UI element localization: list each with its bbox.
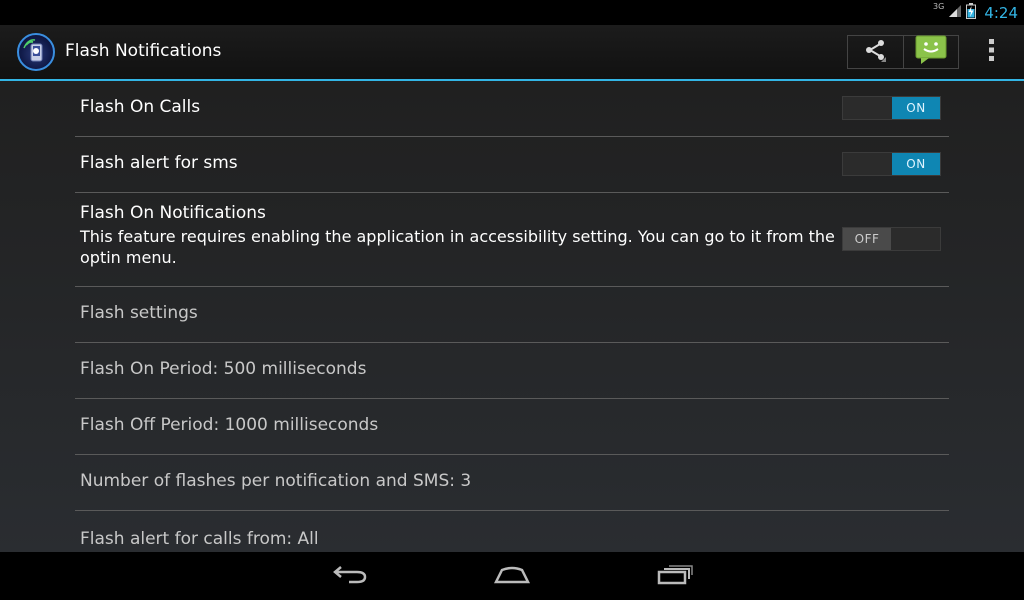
home-icon (493, 563, 531, 589)
setting-title: Flash On Calls (80, 97, 201, 117)
setting-title: Flash alert for calls from: All (80, 529, 319, 549)
setting-title: Flash alert for sms (80, 153, 238, 173)
setting-title: Flash On Period: 500 milliseconds (80, 359, 367, 379)
flash-on-notifications-toggle[interactable]: OFF (842, 227, 941, 251)
message-button[interactable] (902, 35, 959, 69)
setting-flash-on-notifications[interactable]: Flash On Notifications This feature requ… (75, 193, 949, 287)
action-bar: Flash Notifications (0, 25, 1024, 81)
overflow-menu-button[interactable] (978, 37, 1006, 67)
screen: 3G 4:24 Flash Notifications Flash On Cal… (0, 0, 1024, 600)
network-type-label: 3G (933, 2, 945, 11)
flash-on-calls-toggle[interactable]: ON (842, 96, 941, 120)
settings-list-container: Flash On Calls ON Flash alert for sms ON… (0, 81, 1024, 552)
setting-title: Flash On Notifications (80, 203, 266, 223)
setting-flash-calls-from[interactable]: Flash alert for calls from: All (75, 511, 949, 551)
share-icon (862, 37, 888, 67)
setting-title: Number of flashes per notification and S… (80, 471, 472, 491)
setting-flash-on-calls[interactable]: Flash On Calls ON (75, 81, 949, 137)
status-bar: 3G 4:24 (0, 0, 1024, 25)
recent-apps-icon (656, 563, 694, 589)
setting-title: Flash settings (80, 303, 198, 323)
home-button[interactable] (492, 562, 532, 590)
setting-title: Flash Off Period: 1000 milliseconds (80, 415, 379, 435)
toggle-state: ON (892, 153, 940, 175)
battery-icon (966, 2, 977, 23)
status-icons: 3G 4:24 (933, 0, 1018, 25)
setting-flash-alert-sms[interactable]: Flash alert for sms ON (75, 137, 949, 193)
setting-flash-off-period[interactable]: Flash Off Period: 1000 milliseconds (75, 399, 949, 455)
setting-flash-on-period[interactable]: Flash On Period: 500 milliseconds (75, 343, 949, 399)
back-icon (331, 563, 369, 589)
setting-flash-settings[interactable]: Flash settings (75, 287, 949, 343)
setting-summary: This feature requires enabling the appli… (80, 227, 835, 267)
toggle-state: OFF (843, 228, 891, 250)
signal-icon (948, 3, 962, 22)
app-icon[interactable] (17, 33, 55, 71)
android-message-icon (915, 35, 947, 69)
settings-list: Flash On Calls ON Flash alert for sms ON… (75, 81, 949, 551)
toggle-state: ON (892, 97, 940, 119)
overflow-menu-icon (988, 38, 996, 66)
setting-flash-count[interactable]: Number of flashes per notification and S… (75, 455, 949, 511)
action-buttons (847, 35, 959, 69)
share-button[interactable] (848, 36, 903, 68)
back-button[interactable] (330, 562, 370, 590)
flash-alert-sms-toggle[interactable]: ON (842, 152, 941, 176)
app-title: Flash Notifications (65, 41, 222, 61)
navigation-bar (0, 552, 1024, 600)
clock: 4:24 (984, 3, 1018, 22)
recent-apps-button[interactable] (655, 562, 695, 590)
